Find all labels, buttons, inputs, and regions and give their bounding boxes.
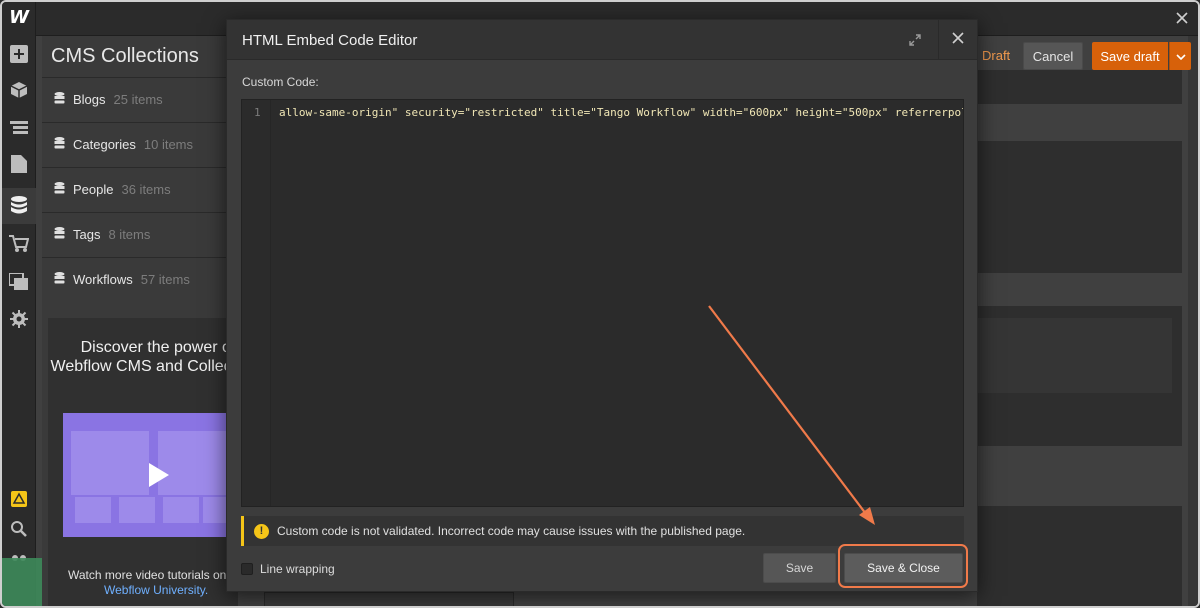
arrow-annotation bbox=[708, 305, 875, 525]
webflow-designer: W CMS Collections Blogs 25 items Categor… bbox=[0, 0, 1200, 608]
